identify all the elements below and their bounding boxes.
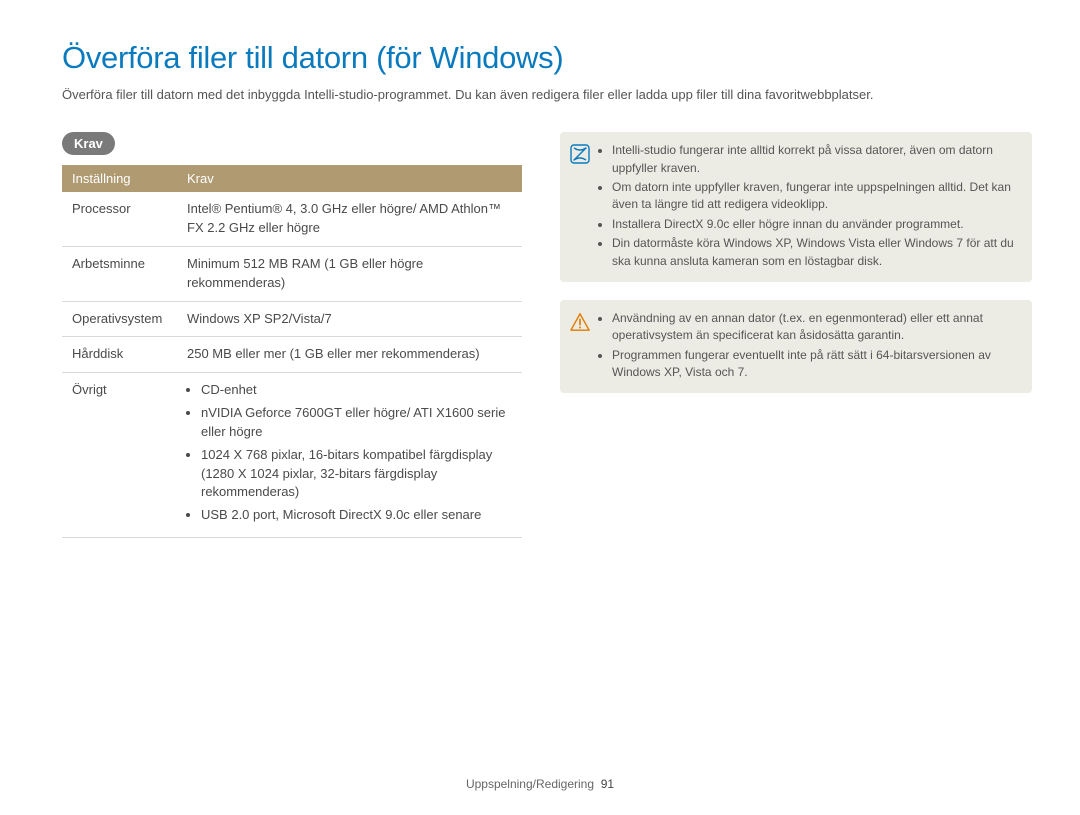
info-note-box: Intelli-studio fungerar inte alltid korr… xyxy=(560,132,1032,282)
other-item: 1024 X 768 pixlar, 16-bitars kompatibel … xyxy=(201,446,512,503)
footer-section: Uppspelning/Redigering xyxy=(466,777,594,791)
left-column: Krav Inställning Krav Processor Intel® P… xyxy=(62,132,522,538)
row-value-hdd: 250 MB eller mer (1 GB eller mer rekomme… xyxy=(177,337,522,373)
other-item: nVIDIA Geforce 7600GT eller högre/ ATI X… xyxy=(201,404,512,442)
table-row: Processor Intel® Pentium® 4, 3.0 GHz ell… xyxy=(62,192,522,246)
section-badge-krav: Krav xyxy=(62,132,115,155)
table-row: Hårddisk 250 MB eller mer (1 GB eller me… xyxy=(62,337,522,373)
row-label-hdd: Hårddisk xyxy=(62,337,177,373)
warning-icon xyxy=(570,312,590,332)
info-item: Installera DirectX 9.0c eller högre inna… xyxy=(612,216,1018,233)
info-item: Din datormåste köra Windows XP, Windows … xyxy=(612,235,1018,270)
intro-text: Överföra filer till datorn med det inbyg… xyxy=(62,86,1032,104)
table-row: Arbetsminne Minimum 512 MB RAM (1 GB ell… xyxy=(62,246,522,301)
other-item: CD-enhet xyxy=(201,381,512,400)
other-item: USB 2.0 port, Microsoft DirectX 9.0c ell… xyxy=(201,506,512,525)
page-title: Överföra filer till datorn (för Windows) xyxy=(62,40,1032,76)
row-label-other: Övrigt xyxy=(62,373,177,538)
row-label-ram: Arbetsminne xyxy=(62,246,177,301)
info-icon xyxy=(570,144,590,164)
table-row: Övrigt CD-enhet nVIDIA Geforce 7600GT el… xyxy=(62,373,522,538)
info-item: Intelli-studio fungerar inte alltid korr… xyxy=(612,142,1018,177)
row-value-os: Windows XP SP2/Vista/7 xyxy=(177,301,522,337)
row-value-ram: Minimum 512 MB RAM (1 GB eller högre rek… xyxy=(177,246,522,301)
table-row: Operativsystem Windows XP SP2/Vista/7 xyxy=(62,301,522,337)
row-label-os: Operativsystem xyxy=(62,301,177,337)
row-label-processor: Processor xyxy=(62,192,177,246)
footer-page-number: 91 xyxy=(601,777,614,791)
row-value-other: CD-enhet nVIDIA Geforce 7600GT eller hög… xyxy=(177,373,522,538)
right-column: Intelli-studio fungerar inte alltid korr… xyxy=(560,132,1032,411)
table-header-col2: Krav xyxy=(177,165,522,192)
warning-note-box: Användning av en annan dator (t.ex. en e… xyxy=(560,300,1032,394)
warn-item: Programmen fungerar eventuellt inte på r… xyxy=(612,347,1018,382)
requirements-table: Inställning Krav Processor Intel® Pentiu… xyxy=(62,165,522,538)
warn-item: Användning av en annan dator (t.ex. en e… xyxy=(612,310,1018,345)
page-footer: Uppspelning/Redigering 91 xyxy=(0,777,1080,791)
row-value-processor: Intel® Pentium® 4, 3.0 GHz eller högre/ … xyxy=(177,192,522,246)
info-item: Om datorn inte uppfyller kraven, fungera… xyxy=(612,179,1018,214)
table-header-col1: Inställning xyxy=(62,165,177,192)
